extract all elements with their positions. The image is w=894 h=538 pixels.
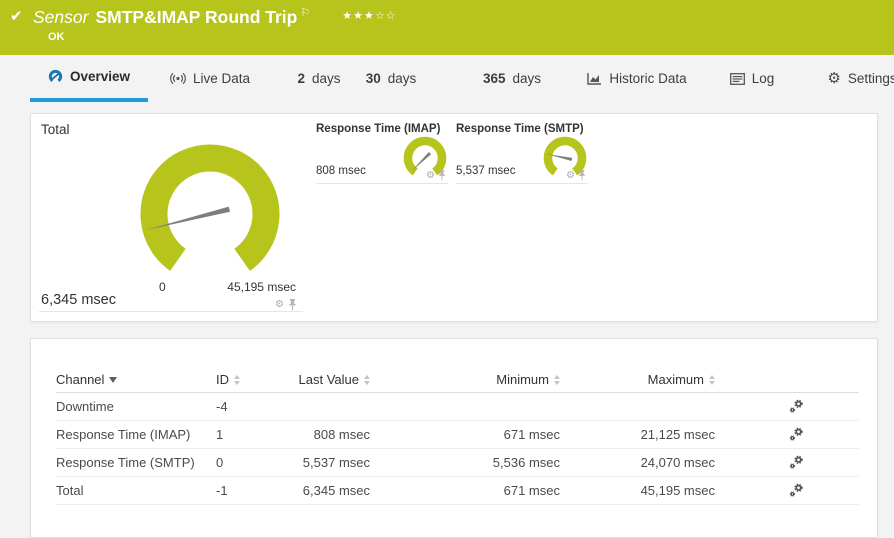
tab-bar: Overview Live Data 2 days 30 days 365 da… (0, 55, 894, 103)
channel-settings-gears-icon[interactable] (789, 427, 804, 442)
sensor-header: ✔ Sensor SMTP&IMAP Round Trip ⚐ ★★★☆☆ OK (0, 0, 894, 55)
tab-label: Historic Data (609, 71, 687, 86)
tab-overview[interactable]: Overview (30, 55, 148, 102)
gauges-panel: Total 0 45,195 msec 6,345 msec ⚙ Respons… (30, 113, 878, 322)
total-gauge (132, 136, 288, 297)
channel-settings-gears-icon[interactable] (789, 455, 804, 470)
cell-id: 1 (216, 427, 224, 442)
column-header-channel[interactable]: Channel (56, 372, 216, 387)
sensor-title: Sensor SMTP&IMAP Round Trip ⚐ ★★★☆☆ (33, 7, 397, 28)
cell-maximum: 21,125 msec (640, 427, 715, 442)
column-header-minimum[interactable]: Minimum (370, 372, 560, 387)
gauge-cell-imap: Response Time (IMAP) 808 msec ⚙ (316, 118, 448, 184)
area-chart-icon (587, 72, 602, 85)
pin-icon[interactable] (288, 299, 297, 311)
tab-label: days (311, 71, 341, 86)
cell-id: 0 (216, 455, 224, 470)
total-gauge-actions: ⚙ (275, 299, 297, 311)
gauge-icon (48, 69, 63, 84)
tab-30-days[interactable]: 30 days (352, 55, 430, 102)
cell-channel: Response Time (IMAP) (56, 427, 191, 442)
pin-icon[interactable] (438, 170, 446, 181)
table-row: Downtime -4 (56, 393, 859, 421)
gauge-title-total: Total (41, 122, 70, 137)
column-header-maximum[interactable]: Maximum (560, 372, 715, 387)
table-header-row: Channel ID Last Value Minimum Maximum (56, 367, 859, 393)
gauge-gear-icon[interactable]: ⚙ (426, 170, 435, 181)
channel-settings-gears-icon[interactable] (789, 483, 804, 498)
status-check-icon: ✔ (10, 8, 23, 25)
divider (39, 311, 303, 312)
smtp-gauge-actions: ⚙ (566, 170, 586, 181)
status-badge: OK (48, 31, 65, 43)
column-label: Channel (56, 372, 105, 387)
cell-last-value: 5,537 msec (302, 455, 370, 470)
tab-historic-data[interactable]: Historic Data (578, 55, 696, 102)
priority-stars[interactable]: ★★★☆☆ (342, 9, 396, 22)
gauge-gear-icon[interactable]: ⚙ (275, 300, 284, 310)
column-label: Maximum (647, 372, 704, 387)
cell-maximum: 45,195 msec (640, 483, 715, 498)
prtg-sensor-page: { "header": { "kind_label": "Sensor", "s… (0, 0, 894, 538)
tab-settings[interactable]: ⚙ Settings (818, 55, 894, 102)
pin-icon[interactable] (578, 170, 586, 181)
tab-number: 2 (297, 71, 305, 86)
cell-channel: Response Time (SMTP) (56, 455, 195, 470)
cell-minimum: 671 msec (503, 483, 560, 498)
imap-gauge-actions: ⚙ (426, 170, 446, 181)
gauge-gear-icon[interactable]: ⚙ (566, 170, 575, 181)
cell-last-value: 6,345 msec (302, 483, 370, 498)
cell-minimum: 671 msec (503, 427, 560, 442)
gauge-value-total: 6,345 msec (41, 292, 116, 308)
cell-channel: Downtime (56, 399, 114, 414)
flag-icon: ⚐ (300, 7, 311, 19)
tab-number: 365 (482, 71, 506, 86)
tab-log[interactable]: Log (720, 55, 784, 102)
column-label: Minimum (496, 372, 549, 387)
cell-id: -4 (216, 399, 228, 414)
tab-label: Overview (69, 69, 131, 84)
column-header-last-value[interactable]: Last Value (276, 372, 370, 387)
column-label: Last Value (298, 372, 359, 387)
cell-id: -1 (216, 483, 228, 498)
sensor-name: SMTP&IMAP Round Trip (95, 7, 298, 27)
table-row: Total -1 6,345 msec 671 msec 45,195 msec (56, 477, 859, 505)
gauge-value-imap: 808 msec (316, 165, 366, 177)
broadcast-icon (170, 72, 186, 85)
channel-settings-gears-icon[interactable] (789, 399, 804, 414)
table-row: Response Time (IMAP) 1 808 msec 671 msec… (56, 421, 859, 449)
sort-desc-icon (109, 376, 118, 383)
sort-icon (709, 374, 715, 385)
log-list-icon (729, 72, 745, 85)
column-header-id[interactable]: ID (216, 372, 276, 387)
tab-label: Log (751, 71, 775, 86)
tab-label: Settings (847, 71, 894, 86)
tab-live-data[interactable]: Live Data (158, 55, 262, 102)
gauge-cell-smtp: Response Time (SMTP) 5,537 msec ⚙ (456, 118, 588, 184)
gauge-needle (411, 152, 432, 172)
column-label: ID (216, 372, 229, 387)
gauge-scale-max: 45,195 msec (227, 280, 296, 294)
gauge-value-smtp: 5,537 msec (456, 165, 516, 177)
tab-label: days (387, 71, 417, 86)
tab-number: 30 (365, 71, 381, 86)
tab-label: Live Data (192, 71, 251, 86)
cell-maximum: 24,070 msec (640, 455, 715, 470)
gauge-scale-min: 0 (159, 280, 166, 294)
tab-365-days[interactable]: 365 days (468, 55, 556, 102)
gear-icon: ⚙ (827, 69, 841, 87)
tab-label: days (512, 71, 542, 86)
channels-table-panel: Channel ID Last Value Minimum Maximum Do… (30, 338, 878, 538)
cell-last-value: 808 msec (313, 427, 370, 442)
cell-channel: Total (56, 483, 84, 498)
sensor-kind-label: Sensor (33, 7, 89, 27)
cell-minimum: 5,536 msec (492, 455, 560, 470)
table-row: Response Time (SMTP) 0 5,537 msec 5,536 … (56, 449, 859, 477)
tab-2-days[interactable]: 2 days (284, 55, 354, 102)
sort-icon (234, 374, 240, 385)
